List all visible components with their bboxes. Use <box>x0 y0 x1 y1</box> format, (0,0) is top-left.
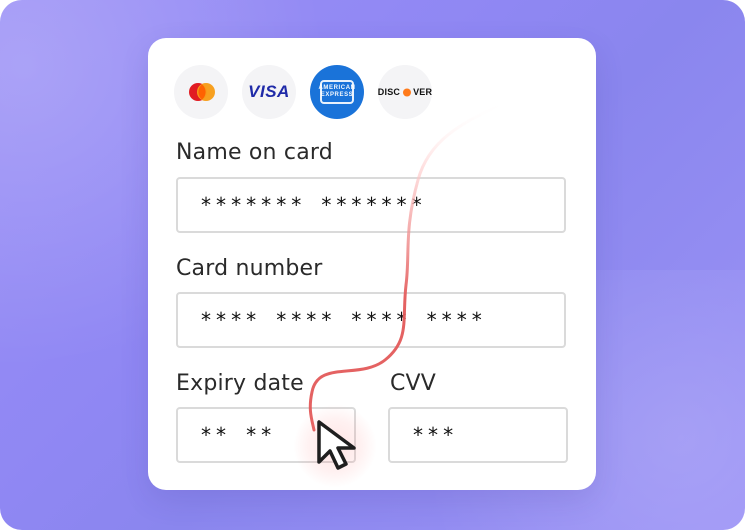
expiry-date-label: Expiry date <box>176 371 304 396</box>
card-number-label: Card number <box>176 256 323 281</box>
visa-label: VISA <box>248 82 290 101</box>
name-on-card-label: Name on card <box>176 140 333 165</box>
mastercard-logo-icon <box>189 83 215 101</box>
arrow-cursor-icon <box>317 420 356 470</box>
visa-icon: VISA <box>242 65 296 119</box>
discover-logo-icon: DISC VER <box>378 87 432 97</box>
amex-logo-icon: AMERICAN EXPRESS <box>318 80 356 104</box>
card-brand-row: VISA AMERICAN EXPRESS DISC VER <box>174 64 432 120</box>
discover-orange-dot-icon <box>402 88 411 97</box>
cvv-label: CVV <box>390 371 437 396</box>
amex-line-2: EXPRESS <box>320 92 354 98</box>
discover-icon: DISC VER <box>378 65 432 119</box>
name-on-card-input[interactable]: ******* ******* <box>176 177 566 233</box>
discover-label-prefix: DISC <box>377 87 401 97</box>
payment-card-form: VISA AMERICAN EXPRESS DISC VER Name on c… <box>148 38 596 490</box>
mastercard-icon <box>174 65 228 119</box>
cvv-input[interactable]: *** <box>388 407 568 463</box>
discover-label-suffix: VER <box>413 87 433 97</box>
amex-icon: AMERICAN EXPRESS <box>310 65 364 119</box>
amex-line-1: AMERICAN <box>318 85 356 91</box>
card-number-input[interactable]: **** **** **** **** <box>176 292 566 348</box>
